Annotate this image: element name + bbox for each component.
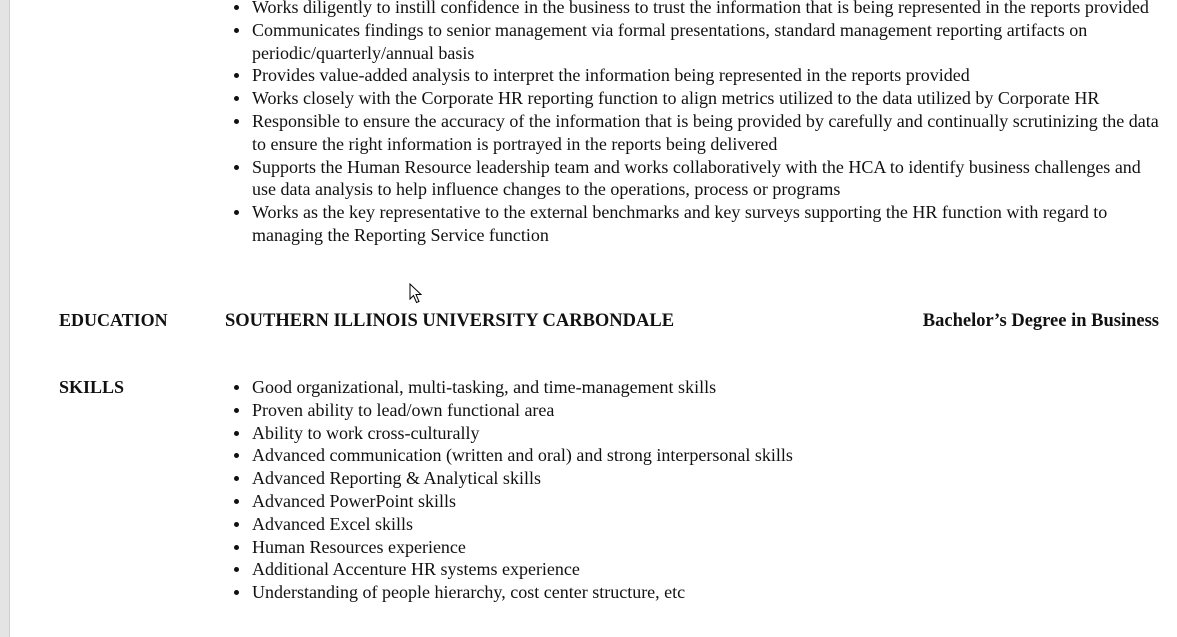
list-item: Additional Accenture HR systems experien… [234, 558, 1052, 581]
skills-heading: SKILLS [59, 377, 125, 397]
list-item: Human Resources experience [234, 536, 1052, 559]
list-item: Supports the Human Resource leadership t… [234, 156, 1162, 202]
list-item: Provides value-added analysis to interpr… [234, 64, 1162, 87]
degree-name: Bachelor’s Degree in Business [922, 311, 1159, 331]
education-heading: EDUCATION [59, 310, 168, 330]
list-item: Advanced Excel skills [234, 513, 1052, 536]
list-item: Communicates findings to senior manageme… [234, 19, 1162, 65]
school-name: SOUTHERN ILLINOIS UNIVERSITY CARBONDALE [225, 311, 675, 331]
skills-list: Good organizational, multi-tasking, and … [234, 376, 1052, 604]
list-item: Works closely with the Corporate HR repo… [234, 87, 1162, 110]
list-item: Advanced PowerPoint skills [234, 490, 1052, 513]
list-item: Advanced Reporting & Analytical skills [234, 467, 1052, 490]
list-item: Understanding of people hierarchy, cost … [234, 581, 1052, 604]
list-item: Good organizational, multi-tasking, and … [234, 376, 1052, 399]
list-item: Advanced communication (written and oral… [234, 444, 1052, 467]
mouse-pointer-icon [409, 283, 423, 304]
list-item: Proven ability to lead/own functional ar… [234, 399, 1052, 422]
list-item: Responsible to ensure the accuracy of th… [234, 110, 1162, 156]
page-left-margin [0, 0, 10, 637]
list-item: Ability to work cross-culturally [234, 422, 1052, 445]
responsibilities-list: Works diligently to instill confidence i… [234, 0, 1162, 247]
list-item: Works diligently to instill confidence i… [234, 0, 1162, 19]
list-item: Works as the key representative to the e… [234, 201, 1162, 247]
